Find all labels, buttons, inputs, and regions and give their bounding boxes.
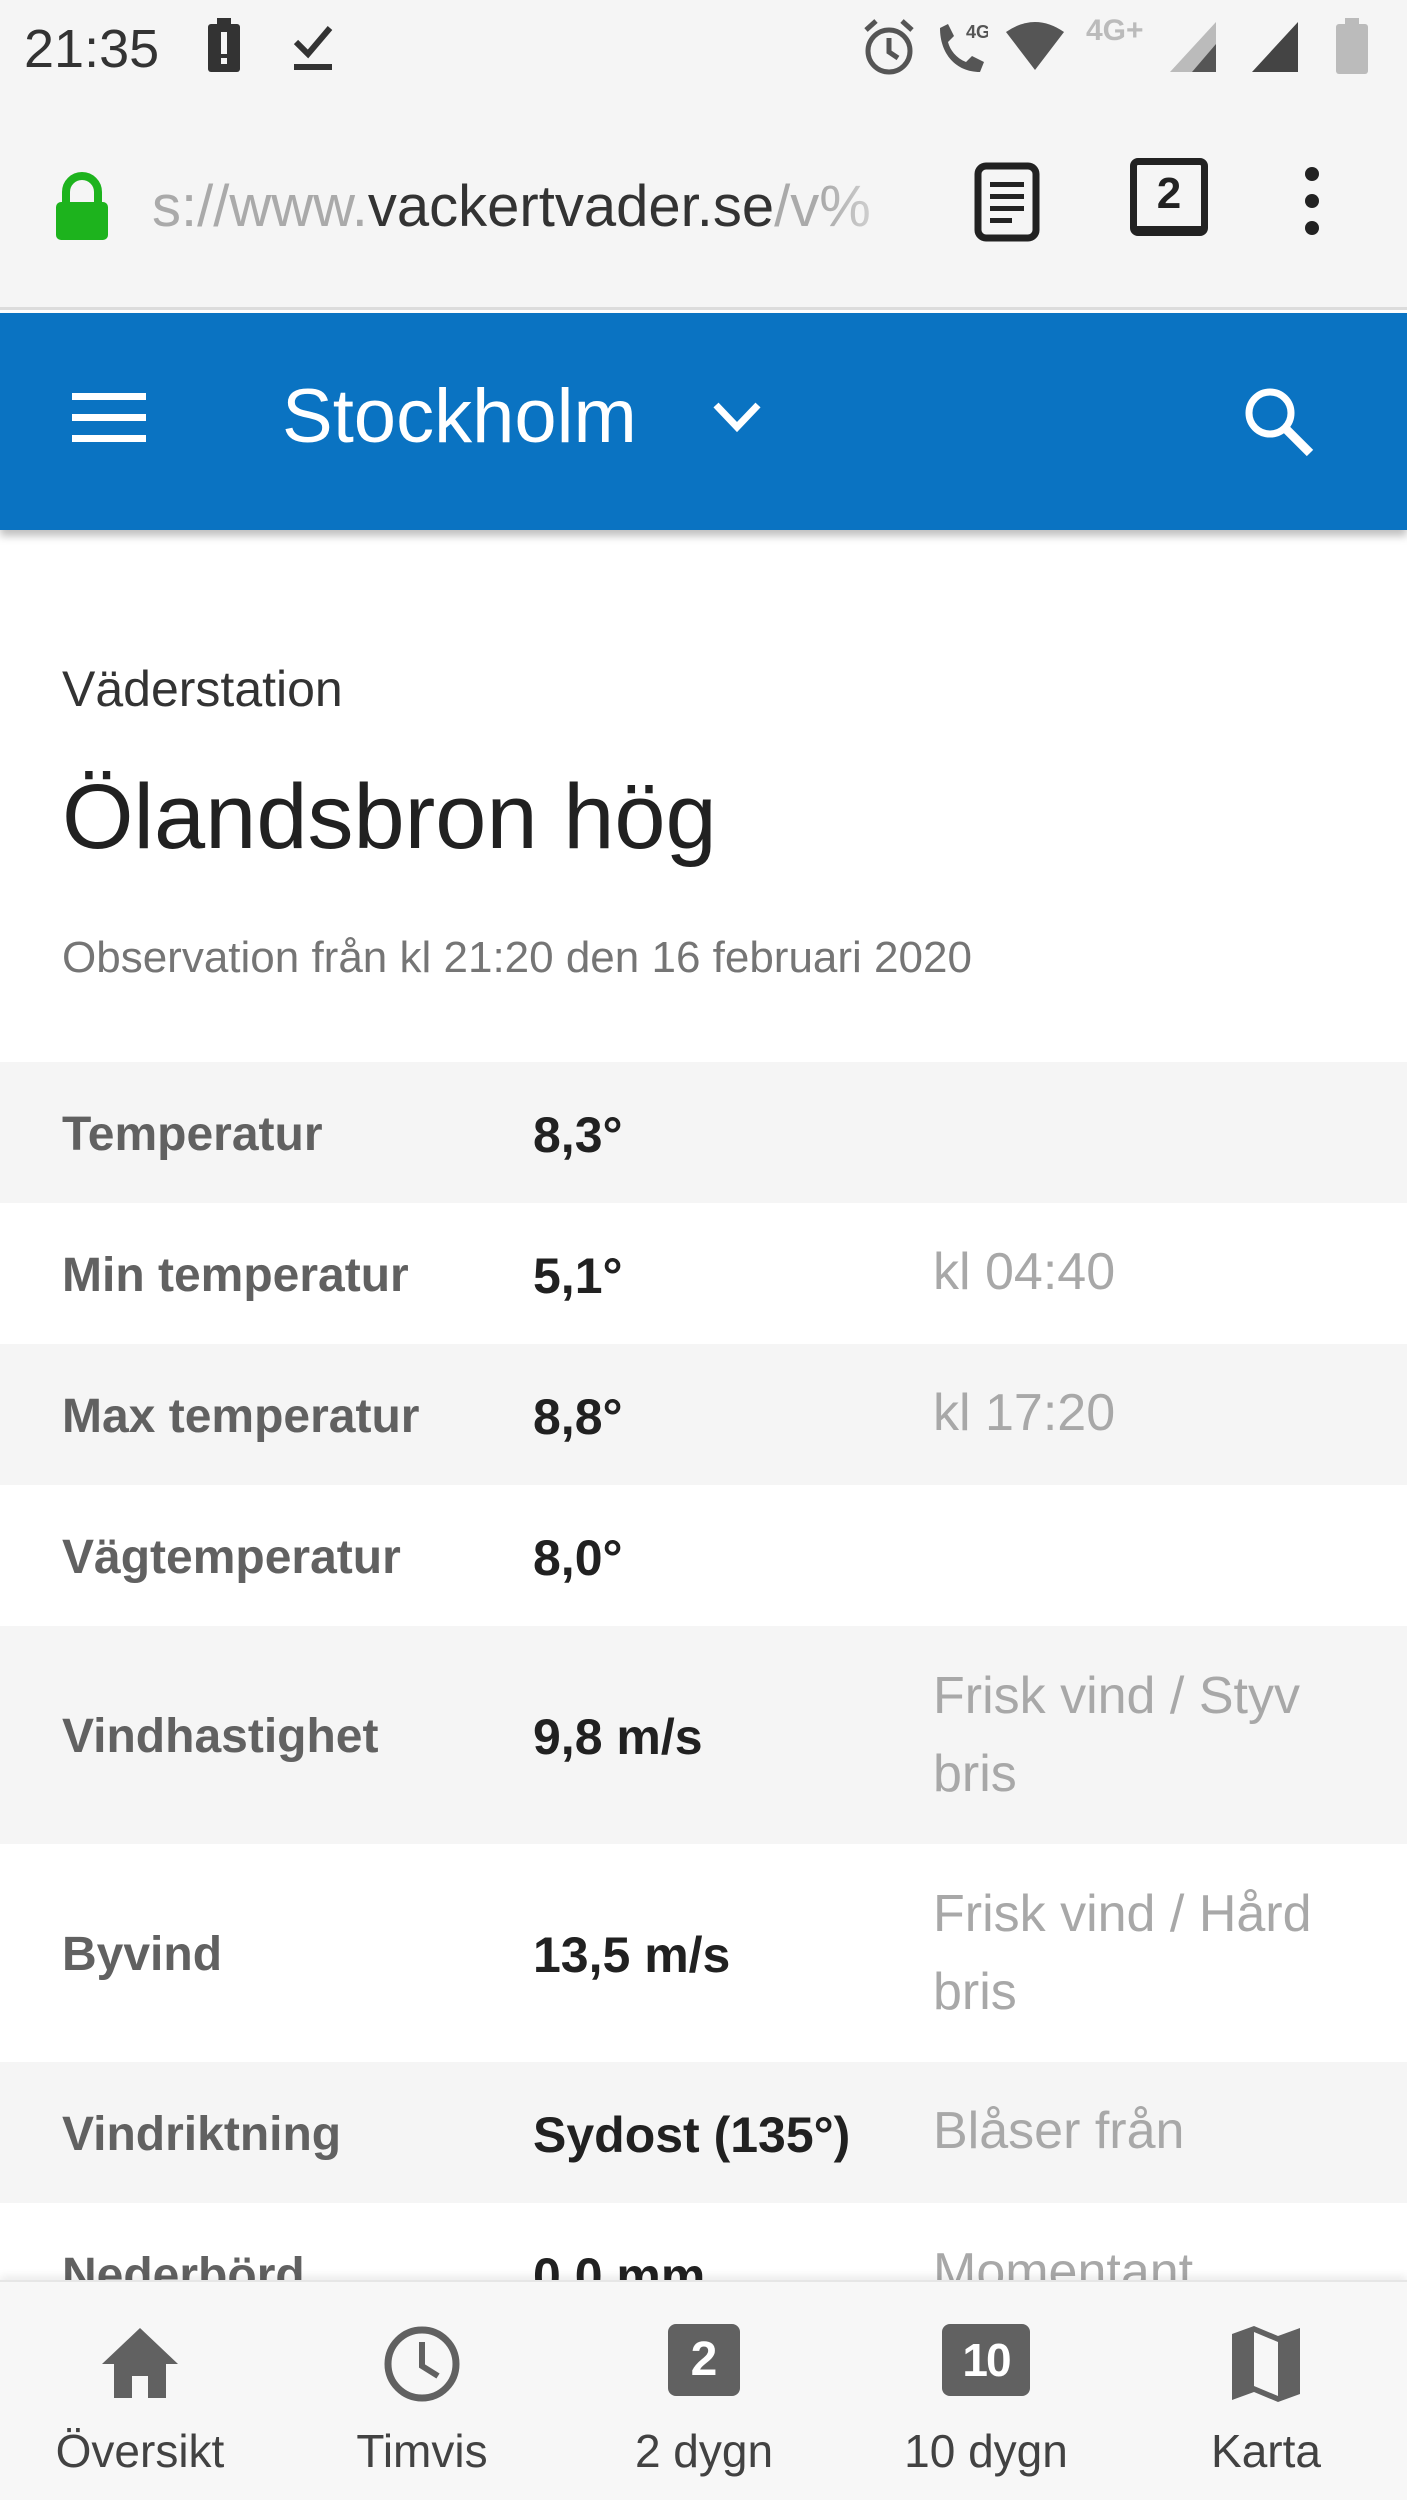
row-note: kl 17:20 — [933, 1384, 1116, 1442]
row-value: 9,8 m/s — [533, 1709, 703, 1765]
row-value: 8,8° — [533, 1389, 623, 1445]
observation-time: Observation från kl 21:20 den 16 februar… — [62, 933, 972, 982]
more-menu-icon[interactable] — [1300, 166, 1324, 241]
nav-2-dygn[interactable]: 2 2 dygn — [564, 2282, 844, 2500]
station-name: Ölandsbron hög — [62, 766, 717, 868]
row-note: Blåser från — [933, 2102, 1185, 2160]
signal-strong-icon — [1250, 18, 1300, 79]
url-field[interactable]: s://www.vackertvader.se/v% — [152, 172, 922, 242]
table-row-min-temperatur: Min temperatur 5,1° kl 04:40 — [0, 1203, 1407, 1344]
map-icon — [1226, 2324, 1306, 2404]
volte-call-icon: 4G — [932, 18, 990, 83]
reader-mode-icon[interactable] — [972, 162, 1042, 247]
row-value: 8,3° — [533, 1107, 623, 1163]
row-note: kl 04:40 — [933, 1243, 1116, 1301]
tab-count: 2 — [1156, 169, 1182, 218]
row-label: Byvind — [62, 1928, 223, 1981]
row-value: Sydost (135°) — [533, 2107, 851, 2163]
table-row-byvind: Byvind 13,5 m/s Frisk vind / Hård bris — [0, 1844, 1407, 2062]
url-fade — [822, 172, 922, 242]
clock-icon — [382, 2324, 462, 2404]
nav-oversikt[interactable]: Översikt — [0, 2282, 280, 2500]
table-row-vagtemperatur: Vägtemperatur 8,0° — [0, 1485, 1407, 1626]
row-note: Frisk vind / Hård bris — [933, 1885, 1312, 2021]
row-label: Vägtemperatur — [62, 1531, 401, 1584]
nav-karta[interactable]: Karta — [1126, 2282, 1406, 2500]
search-icon[interactable] — [1240, 383, 1316, 464]
station-type-label: Väderstation — [62, 661, 343, 717]
status-time: 21:35 — [24, 19, 160, 79]
home-icon — [100, 2324, 180, 2404]
bottom-navigation: Översikt Timvis 2 2 dygn 10 10 dygn Kart… — [0, 2280, 1407, 2500]
nav-label: Översikt — [55, 2425, 225, 2477]
hamburger-menu-icon[interactable] — [72, 393, 146, 448]
nav-timvis[interactable]: Timvis — [282, 2282, 562, 2500]
download-done-icon — [290, 18, 336, 79]
alarm-icon — [862, 18, 916, 83]
row-value: 5,1° — [533, 1248, 623, 1304]
browser-toolbar: s://www.vackertvader.se/v% 2 — [0, 100, 1407, 310]
table-row-vindhastighet: Vindhastighet 9,8 m/s Frisk vind / Styv … — [0, 1626, 1407, 1844]
row-label: Min temperatur — [62, 1249, 409, 1302]
nav-label: Karta — [1211, 2425, 1321, 2477]
table-row-temperatur: Temperatur 8,3° — [0, 1062, 1407, 1203]
network-type-label: 4G+ — [1086, 14, 1144, 47]
battery-icon — [1334, 18, 1370, 81]
row-note: Frisk vind / Styv bris — [933, 1667, 1300, 1803]
row-label: Vindhastighet — [62, 1710, 379, 1763]
app-bar: Stockholm — [0, 313, 1407, 530]
nav-label: Timvis — [356, 2425, 488, 2477]
table-row-vindriktning: Vindriktning Sydost (135°) Blåser från — [0, 2062, 1407, 2203]
chevron-down-icon[interactable] — [712, 401, 762, 438]
location-selector[interactable]: Stockholm — [282, 373, 637, 460]
row-label: Max temperatur — [62, 1390, 420, 1443]
battery-alert-icon — [204, 18, 244, 79]
lock-icon[interactable] — [52, 172, 112, 247]
table-row-max-temperatur: Max temperatur 8,8° kl 17:20 — [0, 1344, 1407, 1485]
svg-text:4G: 4G — [966, 22, 988, 42]
badge-2-icon: 2 — [668, 2324, 740, 2396]
row-label: Vindriktning — [62, 2108, 342, 2161]
status-bar: 21:35 4G 4G+ — [0, 0, 1407, 100]
row-label: Temperatur — [62, 1108, 323, 1161]
badge-10-icon: 10 — [942, 2324, 1030, 2396]
nav-label: 2 dygn — [634, 2425, 774, 2477]
nav-10-dygn[interactable]: 10 10 dygn — [846, 2282, 1126, 2500]
wifi-icon — [1004, 18, 1066, 79]
tab-switcher-button[interactable]: 2 — [1130, 158, 1212, 240]
signal-weak-icon — [1168, 18, 1218, 79]
observations-table: Temperatur 8,3° Min temperatur 5,1° kl 0… — [0, 1062, 1407, 2344]
nav-label: 10 dygn — [904, 2425, 1068, 2477]
row-value: 8,0° — [533, 1530, 623, 1586]
row-value: 13,5 m/s — [533, 1927, 731, 1983]
